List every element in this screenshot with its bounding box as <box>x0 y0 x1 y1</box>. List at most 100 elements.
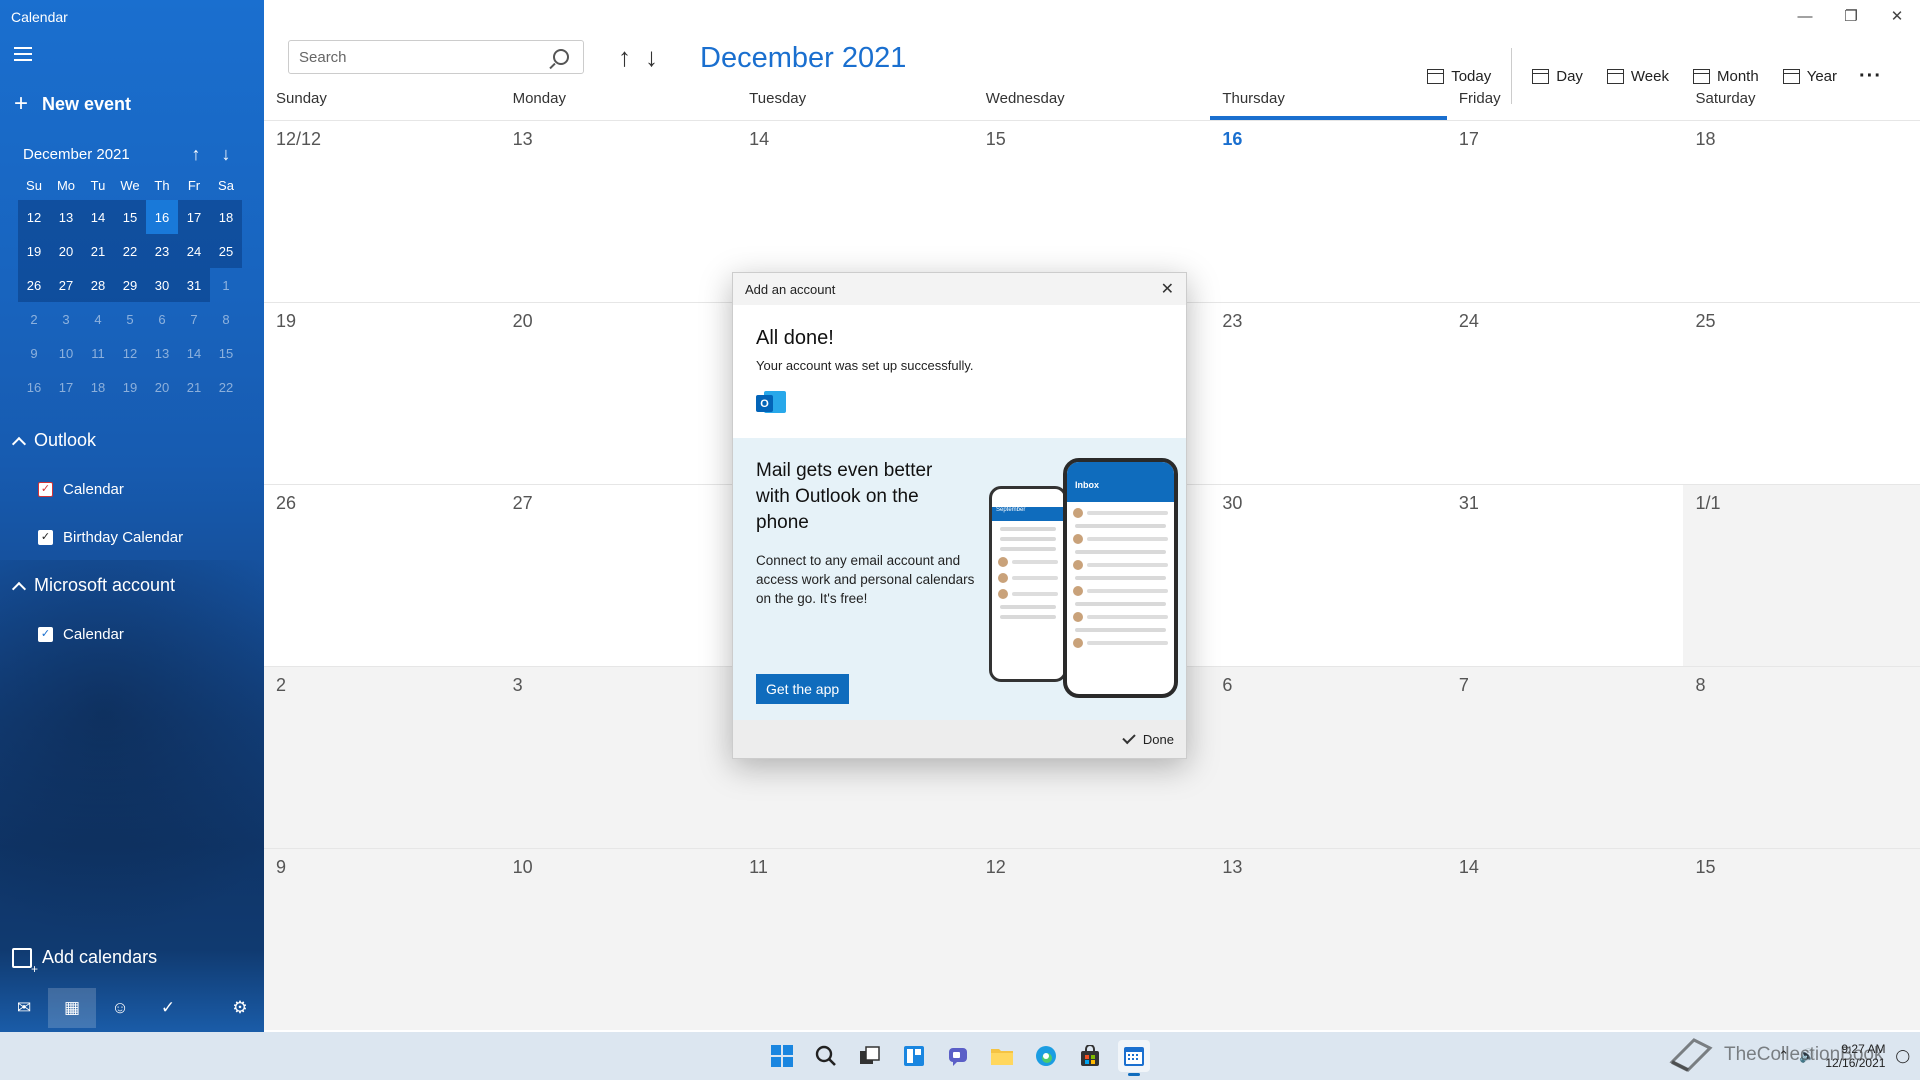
calendar-icon[interactable]: ▦ <box>48 988 96 1028</box>
checkbox-checked-icon[interactable]: ✓ <box>38 482 53 497</box>
day-cell[interactable]: 18 <box>1683 121 1920 302</box>
minimize-icon[interactable]: — <box>1782 0 1828 32</box>
group-header-microsoft-account[interactable]: Microsoft account <box>11 575 175 596</box>
done-button[interactable]: Done <box>1143 732 1174 747</box>
today-button[interactable]: Today <box>1415 63 1503 89</box>
mini-previous-arrow-icon[interactable]: ↑ <box>181 144 211 165</box>
close-icon[interactable]: ✕ <box>1161 279 1174 299</box>
mini-calendar-day[interactable]: 23 <box>146 234 178 268</box>
day-cell[interactable]: 16 <box>1210 121 1447 302</box>
week-view-button[interactable]: Week <box>1595 63 1681 89</box>
day-cell[interactable]: 23 <box>1210 303 1447 484</box>
mini-calendar-day[interactable]: 27 <box>50 268 82 302</box>
mini-calendar-day[interactable]: 25 <box>210 234 242 268</box>
mini-calendar-day[interactable]: 10 <box>50 336 82 370</box>
mini-calendar-day[interactable]: 18 <box>82 370 114 404</box>
mini-calendar-day[interactable]: 22 <box>114 234 146 268</box>
mini-calendar-day[interactable]: 24 <box>178 234 210 268</box>
mini-calendar-day[interactable]: 14 <box>178 336 210 370</box>
gear-icon[interactable]: ⚙ <box>216 988 264 1028</box>
mini-calendar-day[interactable]: 28 <box>82 268 114 302</box>
calendar-app-icon[interactable] <box>1118 1040 1150 1076</box>
mini-calendar-day[interactable]: 15 <box>210 336 242 370</box>
group-header-outlook[interactable]: Outlook <box>11 430 96 451</box>
widgets-icon[interactable] <box>898 1040 930 1072</box>
file-explorer-icon[interactable] <box>986 1040 1018 1072</box>
calendar-item-birthday-calendar[interactable]: ✓ Birthday Calendar <box>38 529 183 546</box>
day-cell[interactable]: 19 <box>264 303 501 484</box>
mini-calendar-day[interactable]: 29 <box>114 268 146 302</box>
month-title[interactable]: December 2021 <box>700 42 906 75</box>
mini-calendar-day[interactable]: 5 <box>114 302 146 336</box>
mini-calendar-day[interactable]: 18 <box>210 200 242 234</box>
mini-calendar-day[interactable]: 26 <box>18 268 50 302</box>
day-cell[interactable]: 30 <box>1210 485 1447 666</box>
mini-calendar-day[interactable]: 1 <box>210 268 242 302</box>
mini-calendar-day[interactable]: 15 <box>114 200 146 234</box>
day-cell[interactable]: 17 <box>1447 121 1684 302</box>
mini-calendar-title[interactable]: December 2021 <box>23 146 181 163</box>
close-icon[interactable]: ✕ <box>1874 0 1920 32</box>
mini-calendar-day[interactable]: 7 <box>178 302 210 336</box>
mail-icon[interactable]: ✉ <box>0 988 48 1028</box>
mini-calendar-day[interactable]: 20 <box>50 234 82 268</box>
day-cell[interactable]: 24 <box>1447 303 1684 484</box>
people-icon[interactable]: ☺ <box>96 988 144 1028</box>
day-cell[interactable]: 6 <box>1210 667 1447 848</box>
mini-next-arrow-icon[interactable]: ↓ <box>211 144 241 165</box>
chat-icon[interactable] <box>942 1040 974 1072</box>
day-cell[interactable]: 14 <box>1446 849 1684 1030</box>
mini-calendar-day[interactable]: 12 <box>18 200 50 234</box>
day-cell[interactable]: 9 <box>264 849 501 1030</box>
hamburger-menu-icon[interactable] <box>14 47 32 61</box>
day-cell[interactable]: 15 <box>1683 849 1920 1030</box>
mini-calendar-day[interactable]: 8 <box>210 302 242 336</box>
previous-arrow-icon[interactable]: ↑ <box>618 42 631 73</box>
day-cell[interactable]: 12/12 <box>264 121 501 302</box>
checkbox-checked-icon[interactable]: ✓ <box>38 530 53 545</box>
mini-calendar-day[interactable]: 13 <box>146 336 178 370</box>
mini-calendar-day[interactable]: 13 <box>50 200 82 234</box>
mini-calendar-day[interactable]: 31 <box>178 268 210 302</box>
day-cell[interactable]: 7 <box>1446 667 1684 848</box>
mini-calendar-day[interactable]: 21 <box>178 370 210 404</box>
day-view-button[interactable]: Day <box>1520 63 1595 89</box>
month-view-button[interactable]: Month <box>1681 63 1771 89</box>
day-cell[interactable]: 25 <box>1683 303 1920 484</box>
day-cell[interactable]: 11 <box>737 849 974 1030</box>
calendar-item-outlook-calendar[interactable]: ✓ Calendar <box>38 481 124 498</box>
day-cell[interactable]: 2 <box>264 667 501 848</box>
year-view-button[interactable]: Year <box>1771 63 1849 89</box>
restore-icon[interactable]: ❐ <box>1828 0 1874 32</box>
mini-calendar-day[interactable]: 2 <box>18 302 50 336</box>
mini-calendar-day[interactable]: 19 <box>114 370 146 404</box>
notification-icon[interactable]: ◯ <box>1895 1048 1910 1064</box>
calendar-item-microsoft-calendar[interactable]: ✓ Calendar <box>38 626 124 643</box>
mini-calendar-day[interactable]: 14 <box>82 200 114 234</box>
add-calendars-button[interactable]: Add calendars <box>12 947 157 976</box>
mini-calendar-day[interactable]: 4 <box>82 302 114 336</box>
mini-calendar-day[interactable]: 30 <box>146 268 178 302</box>
day-cell[interactable]: 13 <box>1210 849 1447 1030</box>
mini-calendar-day[interactable]: 16 <box>146 200 178 234</box>
mini-calendar-day[interactable]: 21 <box>82 234 114 268</box>
store-icon[interactable] <box>1074 1040 1106 1072</box>
day-cell[interactable]: 31 <box>1447 485 1684 666</box>
new-event-button[interactable]: + New event <box>14 92 131 116</box>
checkbox-checked-icon[interactable]: ✓ <box>38 627 53 642</box>
mini-calendar-day[interactable]: 11 <box>82 336 114 370</box>
day-cell[interactable]: 12 <box>973 849 1211 1030</box>
mini-calendar-day[interactable]: 19 <box>18 234 50 268</box>
day-cell[interactable]: 27 <box>501 485 738 666</box>
mini-calendar-day[interactable]: 17 <box>178 200 210 234</box>
day-cell[interactable]: 20 <box>501 303 738 484</box>
day-cell[interactable]: 8 <box>1683 667 1920 848</box>
search-icon[interactable] <box>553 49 569 65</box>
mini-calendar-day[interactable]: 17 <box>50 370 82 404</box>
mini-calendar-day[interactable]: 16 <box>18 370 50 404</box>
mini-calendar-day[interactable]: 3 <box>50 302 82 336</box>
todo-icon[interactable]: ✓ <box>144 988 192 1028</box>
day-cell[interactable]: 26 <box>264 485 501 666</box>
more-options-icon[interactable]: ··· <box>1849 65 1892 88</box>
mini-calendar-day[interactable]: 20 <box>146 370 178 404</box>
